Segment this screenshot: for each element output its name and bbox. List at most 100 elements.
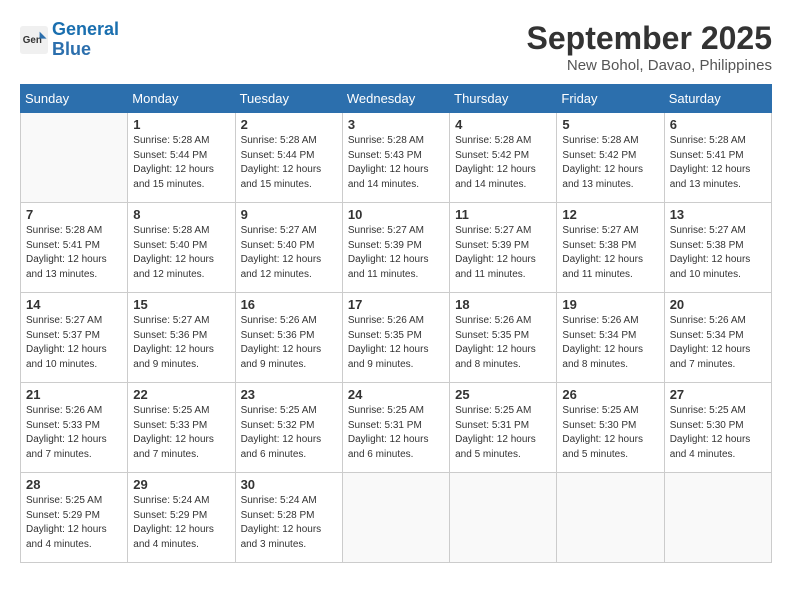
day-number: 13 <box>670 207 766 222</box>
day-info: Sunrise: 5:24 AMSunset: 5:28 PMDaylight:… <box>241 494 337 552</box>
day-number: 19 <box>562 297 658 312</box>
calendar-week-row: 14 Sunrise: 5:27 AMSunset: 5:37 PMDayligh… <box>21 293 772 383</box>
day-number: 8 <box>133 207 229 222</box>
calendar-cell <box>664 473 771 563</box>
day-number: 25 <box>455 387 551 402</box>
title-block: September 2025 New Bohol, Davao, Philipp… <box>527 20 772 74</box>
calendar-cell: 13 Sunrise: 5:27 AMSunset: 5:38 PMDayligh… <box>664 203 771 293</box>
day-number: 28 <box>26 477 122 492</box>
day-info: Sunrise: 5:25 AMSunset: 5:30 PMDaylight:… <box>670 404 766 462</box>
day-number: 9 <box>241 207 337 222</box>
calendar-cell: 11 Sunrise: 5:27 AMSunset: 5:39 PMDayligh… <box>450 203 557 293</box>
calendar-cell: 30 Sunrise: 5:24 AMSunset: 5:28 PMDayligh… <box>235 473 342 563</box>
calendar-cell: 2Sunrise: 5:28 AMSunset: 5:44 PMDaylight… <box>235 113 342 203</box>
day-info: Sunrise: 5:27 AMSunset: 5:39 PMDaylight:… <box>348 224 444 282</box>
day-info: Sunrise: 5:25 AMSunset: 5:33 PMDaylight:… <box>133 404 229 462</box>
calendar-cell: 23 Sunrise: 5:25 AMSunset: 5:32 PMDayligh… <box>235 383 342 473</box>
calendar-week-row: 7 Sunrise: 5:28 AMSunset: 5:41 PMDaylight… <box>21 203 772 293</box>
weekday-header-cell: Wednesday <box>342 85 449 113</box>
day-info: Sunrise: 5:25 AMSunset: 5:31 PMDaylight:… <box>455 404 551 462</box>
calendar-cell: 17 Sunrise: 5:26 AMSunset: 5:35 PMDayligh… <box>342 293 449 383</box>
calendar-cell: 28 Sunrise: 5:25 AMSunset: 5:29 PMDayligh… <box>21 473 128 563</box>
calendar-week-row: 28 Sunrise: 5:25 AMSunset: 5:29 PMDayligh… <box>21 473 772 563</box>
calendar-cell: 15Sunrise: 5:27 AMSunset: 5:36 PMDayligh… <box>128 293 235 383</box>
calendar-cell: 8Sunrise: 5:28 AMSunset: 5:40 PMDaylight… <box>128 203 235 293</box>
calendar-cell: 18 Sunrise: 5:26 AMSunset: 5:35 PMDayligh… <box>450 293 557 383</box>
svg-text:Gen: Gen <box>23 35 42 46</box>
weekday-header-cell: Sunday <box>21 85 128 113</box>
day-number: 20 <box>670 297 766 312</box>
day-number: 16 <box>241 297 337 312</box>
day-info: Sunrise: 5:26 AMSunset: 5:35 PMDaylight:… <box>348 314 444 372</box>
day-info: Sunrise: 5:27 AMSunset: 5:40 PMDaylight:… <box>241 224 337 282</box>
day-info: Sunrise: 5:26 AMSunset: 5:36 PMDaylight:… <box>241 314 337 372</box>
day-number: 17 <box>348 297 444 312</box>
day-number: 21 <box>26 387 122 402</box>
day-info: Sunrise: 5:27 AMSunset: 5:37 PMDaylight:… <box>26 314 122 372</box>
calendar-cell <box>557 473 664 563</box>
day-info: Sunrise: 5:26 AMSunset: 5:34 PMDaylight:… <box>670 314 766 372</box>
weekday-header-row: SundayMondayTuesdayWednesdayThursdayFrid… <box>21 85 772 113</box>
calendar-cell: 5 Sunrise: 5:28 AMSunset: 5:42 PMDaylight… <box>557 113 664 203</box>
weekday-header-cell: Monday <box>128 85 235 113</box>
location-subtitle: New Bohol, Davao, Philippines <box>527 57 772 74</box>
calendar-cell: 9 Sunrise: 5:27 AMSunset: 5:40 PMDaylight… <box>235 203 342 293</box>
day-info: Sunrise: 5:25 AMSunset: 5:32 PMDaylight:… <box>241 404 337 462</box>
day-info: Sunrise: 5:25 AMSunset: 5:31 PMDaylight:… <box>348 404 444 462</box>
day-number: 1 <box>133 117 229 132</box>
day-number: 2 <box>241 117 337 132</box>
day-info: Sunrise: 5:28 AMSunset: 5:42 PMDaylight:… <box>455 134 551 192</box>
calendar-cell: 27 Sunrise: 5:25 AMSunset: 5:30 PMDayligh… <box>664 383 771 473</box>
logo-line2: Blue <box>52 39 91 59</box>
day-info: Sunrise: 5:28 AMSunset: 5:41 PMDaylight:… <box>670 134 766 192</box>
day-number: 23 <box>241 387 337 402</box>
day-number: 30 <box>241 477 337 492</box>
logo-line1: General <box>52 19 119 39</box>
calendar-cell: 26Sunrise: 5:25 AMSunset: 5:30 PMDayligh… <box>557 383 664 473</box>
calendar-week-row: 21 Sunrise: 5:26 AMSunset: 5:33 PMDayligh… <box>21 383 772 473</box>
month-title: September 2025 <box>527 20 772 57</box>
day-info: Sunrise: 5:26 AMSunset: 5:33 PMDaylight:… <box>26 404 122 462</box>
calendar-cell: 7 Sunrise: 5:28 AMSunset: 5:41 PMDaylight… <box>21 203 128 293</box>
calendar-cell: 29Sunrise: 5:24 AMSunset: 5:29 PMDayligh… <box>128 473 235 563</box>
day-number: 12 <box>562 207 658 222</box>
day-number: 27 <box>670 387 766 402</box>
logo: Gen General Blue <box>20 20 119 60</box>
day-number: 22 <box>133 387 229 402</box>
day-number: 14 <box>26 297 122 312</box>
page-header: Gen General Blue September 2025 New Boho… <box>20 20 772 74</box>
calendar-cell: 6Sunrise: 5:28 AMSunset: 5:41 PMDaylight… <box>664 113 771 203</box>
calendar-cell: 4 Sunrise: 5:28 AMSunset: 5:42 PMDaylight… <box>450 113 557 203</box>
calendar-body: 1Sunrise: 5:28 AMSunset: 5:44 PMDaylight… <box>21 113 772 563</box>
day-info: Sunrise: 5:26 AMSunset: 5:34 PMDaylight:… <box>562 314 658 372</box>
logo-icon: Gen <box>20 26 48 54</box>
calendar-cell: 24Sunrise: 5:25 AMSunset: 5:31 PMDayligh… <box>342 383 449 473</box>
weekday-header-cell: Thursday <box>450 85 557 113</box>
day-number: 5 <box>562 117 658 132</box>
calendar-cell: 14 Sunrise: 5:27 AMSunset: 5:37 PMDayligh… <box>21 293 128 383</box>
day-number: 4 <box>455 117 551 132</box>
calendar-cell: 19 Sunrise: 5:26 AMSunset: 5:34 PMDayligh… <box>557 293 664 383</box>
day-number: 3 <box>348 117 444 132</box>
day-number: 11 <box>455 207 551 222</box>
calendar-cell: 21 Sunrise: 5:26 AMSunset: 5:33 PMDayligh… <box>21 383 128 473</box>
day-info: Sunrise: 5:27 AMSunset: 5:39 PMDaylight:… <box>455 224 551 282</box>
calendar-cell <box>342 473 449 563</box>
day-number: 7 <box>26 207 122 222</box>
calendar-cell: 10 Sunrise: 5:27 AMSunset: 5:39 PMDayligh… <box>342 203 449 293</box>
calendar-cell: 3Sunrise: 5:28 AMSunset: 5:43 PMDaylight… <box>342 113 449 203</box>
day-number: 18 <box>455 297 551 312</box>
day-number: 15 <box>133 297 229 312</box>
weekday-header-cell: Saturday <box>664 85 771 113</box>
calendar-cell <box>21 113 128 203</box>
day-number: 10 <box>348 207 444 222</box>
day-info: Sunrise: 5:26 AMSunset: 5:35 PMDaylight:… <box>455 314 551 372</box>
weekday-header-cell: Friday <box>557 85 664 113</box>
day-info: Sunrise: 5:25 AMSunset: 5:29 PMDaylight:… <box>26 494 122 552</box>
day-info: Sunrise: 5:28 AMSunset: 5:41 PMDaylight:… <box>26 224 122 282</box>
day-info: Sunrise: 5:27 AMSunset: 5:38 PMDaylight:… <box>670 224 766 282</box>
calendar-table: SundayMondayTuesdayWednesdayThursdayFrid… <box>20 84 772 563</box>
day-info: Sunrise: 5:28 AMSunset: 5:42 PMDaylight:… <box>562 134 658 192</box>
day-number: 26 <box>562 387 658 402</box>
day-info: Sunrise: 5:27 AMSunset: 5:38 PMDaylight:… <box>562 224 658 282</box>
